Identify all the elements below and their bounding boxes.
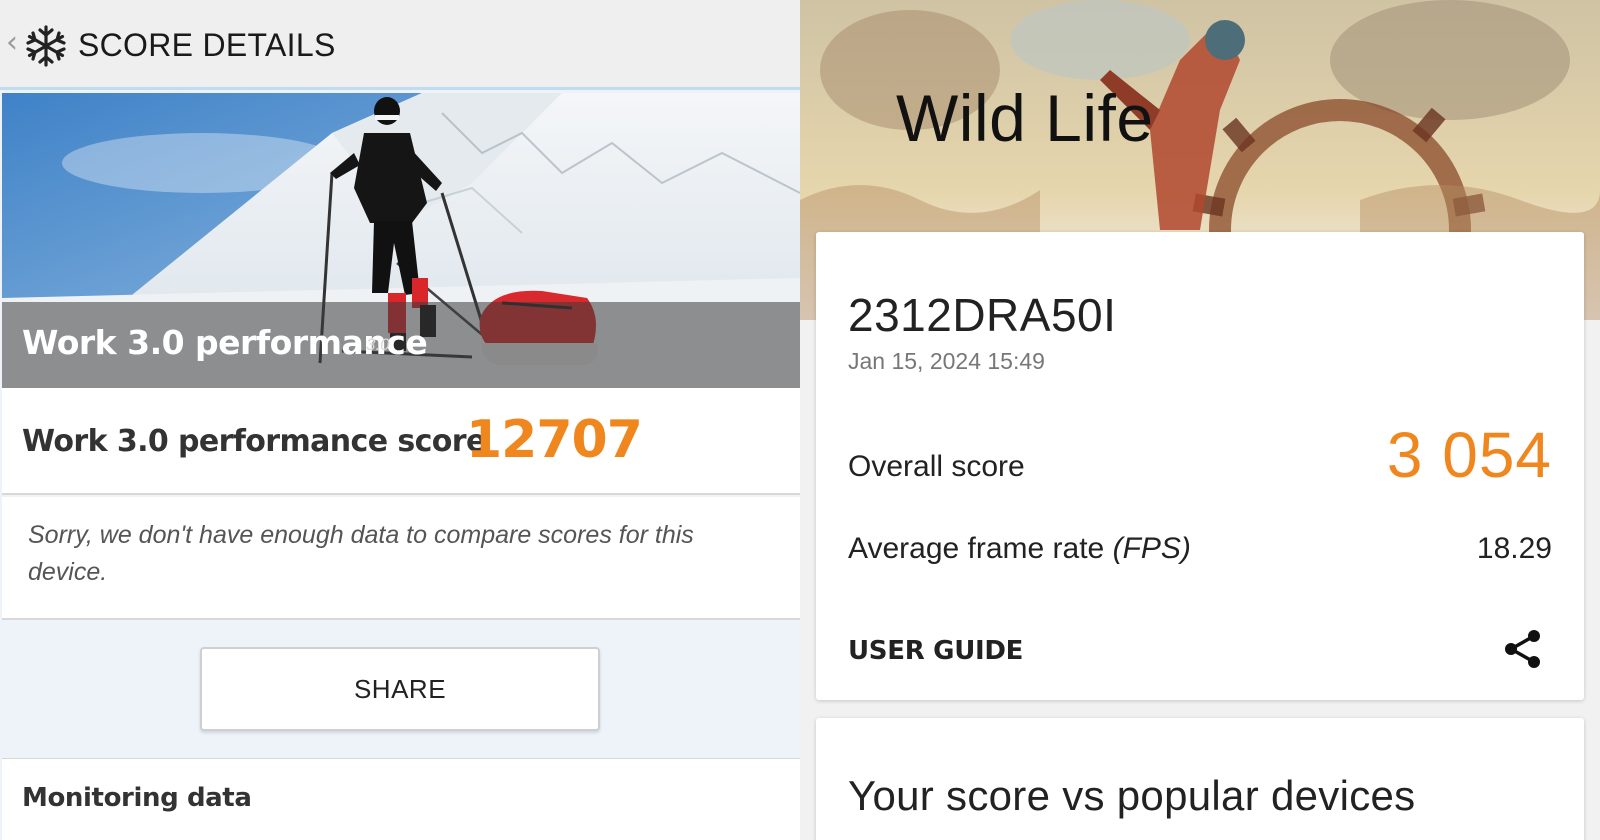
fps-label-text: Average frame rate	[848, 532, 1113, 565]
back-chevron-icon[interactable]: ‹	[6, 26, 18, 60]
page-title: SCORE DETAILS	[78, 27, 336, 63]
comparison-note-card: Sorry, we don't have enough data to comp…	[2, 497, 800, 620]
benchmark-version: 3.0	[366, 335, 390, 354]
user-guide-link[interactable]: USER GUIDE	[848, 636, 1023, 666]
3dmark-panel: Wild Life 2312DRA50I Jan 15, 2024 15:49 …	[800, 0, 1600, 840]
overall-score-label: Overall score	[848, 450, 1025, 483]
share-icon[interactable]	[1502, 628, 1544, 670]
device-name: 2312DRA50I	[848, 289, 1117, 341]
snowflake-logo-icon	[26, 25, 66, 67]
score-label: Work 3.0 performance score	[22, 424, 486, 459]
score-card: Work 3.0 performance score 12707	[2, 388, 800, 495]
pcmark-panel: ‹ SCORE DETAILS Work 3.0 performance 3.0…	[0, 0, 800, 840]
popular-devices-card: Your score vs popular devices	[816, 718, 1584, 840]
monitoring-data-section[interactable]: Monitoring data	[2, 758, 800, 840]
overall-score-value: 3 054	[1386, 419, 1552, 491]
top-app-bar: ‹ SCORE DETAILS	[0, 0, 800, 90]
benchmark-hero-image: Work 3.0 performance 3.0	[2, 93, 800, 388]
popular-devices-title: Your score vs popular devices	[848, 772, 1416, 819]
fps-value: 18.29	[1476, 532, 1552, 565]
share-button[interactable]: SHARE	[200, 647, 600, 731]
fps-unit: (FPS)	[1112, 532, 1191, 565]
monitoring-data-label: Monitoring data	[22, 783, 252, 813]
run-timestamp: Jan 15, 2024 15:49	[848, 348, 1045, 374]
score-value: 12707	[466, 410, 643, 470]
result-card: 2312DRA50I Jan 15, 2024 15:49 Overall sc…	[816, 232, 1584, 700]
fps-label: Average frame rate (FPS)	[848, 532, 1191, 566]
comparison-note: Sorry, we don't have enough data to comp…	[28, 521, 694, 586]
benchmark-title: Wild Life	[896, 81, 1154, 155]
